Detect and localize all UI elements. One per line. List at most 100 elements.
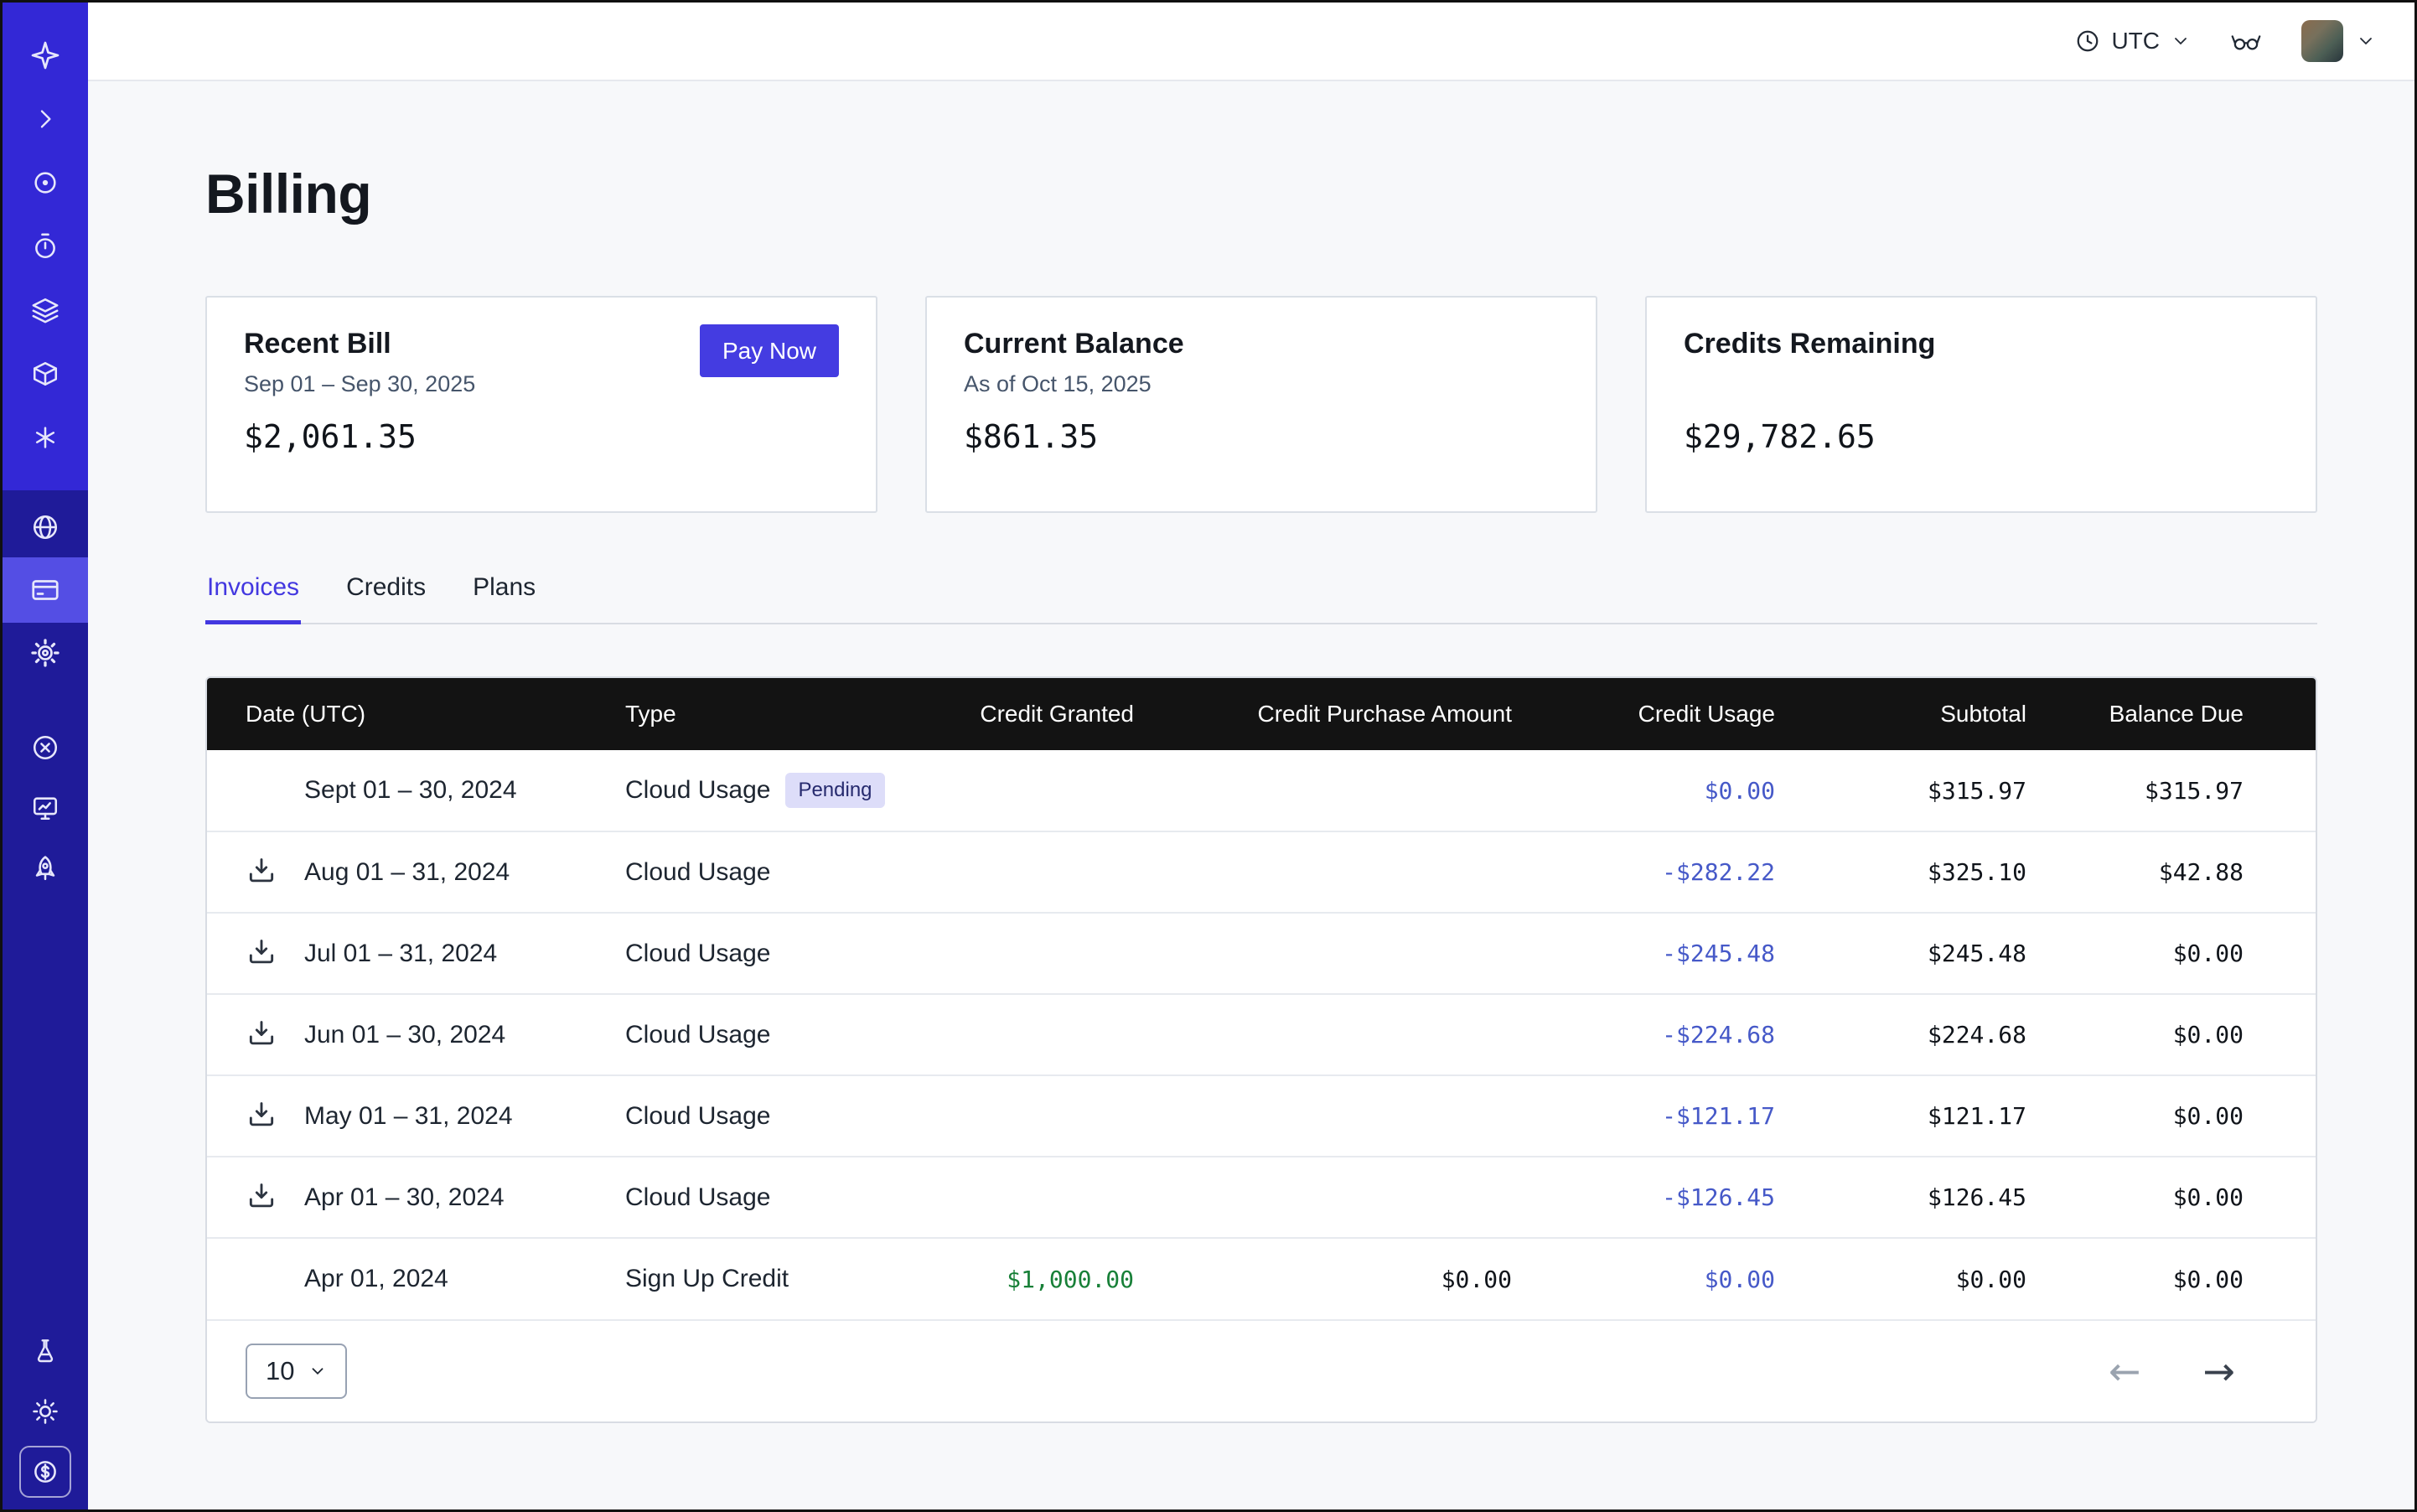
cube-icon bbox=[31, 360, 60, 388]
invoice-type: Cloud Usage bbox=[625, 1021, 770, 1049]
credit-granted-cell bbox=[977, 831, 1176, 913]
glasses-icon[interactable] bbox=[2229, 28, 2263, 54]
status-badge: Pending bbox=[785, 773, 884, 808]
invoice-type-cell: Cloud Usage bbox=[625, 831, 977, 913]
column-header-balance-due: Balance Due bbox=[2068, 678, 2317, 750]
invoice-row: Jul 01 – 31, 2024Cloud Usage-$245.48$245… bbox=[207, 913, 2317, 994]
sidebar-main-section bbox=[3, 490, 88, 683]
balance-due-cell: $0.00 bbox=[2068, 913, 2317, 994]
credits-remaining-spacer bbox=[1684, 371, 2279, 398]
credits-remaining-card: Credits Remaining $29,782.65 bbox=[1645, 296, 2317, 513]
sidebar-item-flask[interactable] bbox=[3, 1332, 88, 1370]
sidebar-item-rocket[interactable] bbox=[3, 838, 88, 898]
sidebar-top-section bbox=[3, 3, 88, 490]
sidebar-item-monitor[interactable] bbox=[3, 778, 88, 838]
subtotal-cell: $0.00 bbox=[1817, 1238, 2068, 1319]
sidebar-item-settings[interactable] bbox=[3, 623, 88, 683]
invoice-type-cell: Cloud Usage bbox=[625, 1075, 977, 1157]
page-title: Billing bbox=[205, 162, 2317, 225]
subtotal-cell: $121.17 bbox=[1817, 1075, 2068, 1157]
sidebar-item-globe[interactable] bbox=[3, 497, 88, 557]
invoice-row: Apr 01 – 30, 2024Cloud Usage-$126.45$126… bbox=[207, 1157, 2317, 1238]
credit-usage-cell: -$121.17 bbox=[1554, 1075, 1817, 1157]
table-header-row: Date (UTC)TypeCredit GrantedCredit Purch… bbox=[207, 678, 2317, 750]
prev-page-button[interactable]: ← bbox=[2109, 1349, 2141, 1394]
invoice-date: Apr 01 – 30, 2024 bbox=[304, 1183, 505, 1212]
invoice-date: May 01 – 31, 2024 bbox=[304, 1102, 513, 1131]
sidebar-item-sun[interactable] bbox=[3, 1392, 88, 1431]
tab-invoices[interactable]: Invoices bbox=[205, 573, 301, 624]
balance-due-cell: $0.00 bbox=[2068, 1075, 2317, 1157]
credit-usage-cell: -$282.22 bbox=[1554, 831, 1817, 913]
recent-bill-period: Sep 01 – Sep 30, 2025 bbox=[244, 371, 475, 398]
download-icon bbox=[246, 936, 277, 971]
invoice-row: Aug 01 – 31, 2024Cloud Usage -$282.22$325… bbox=[207, 831, 2317, 913]
invoice-row: Jun 01 – 30, 2024Cloud Usage -$224.68$224… bbox=[207, 994, 2317, 1075]
globe-icon bbox=[31, 513, 60, 541]
credit-purchase-amount-cell bbox=[1176, 750, 1554, 831]
sidebar-item-expand[interactable] bbox=[3, 100, 88, 138]
sidebar-item-cube[interactable] bbox=[3, 355, 88, 393]
invoice-date-cell: Jun 01 – 30, 2024 bbox=[207, 994, 625, 1075]
subtotal-cell: $325.10 bbox=[1817, 831, 2068, 913]
credit-usage-cell: -$224.68 bbox=[1554, 994, 1817, 1075]
column-header-credit-granted: Credit Granted bbox=[977, 678, 1176, 750]
app-window: UTC Billing Recent Bill Sep 01 – Sep 30,… bbox=[0, 0, 2417, 1512]
invoice-type-cell: Cloud UsagePending bbox=[625, 750, 977, 831]
credit-purchase-amount-cell bbox=[1176, 994, 1554, 1075]
invoice-date-cell: Aug 01 – 31, 2024 bbox=[207, 831, 625, 913]
table-body: Sept 01 – 30, 2024Cloud UsagePending$0.0… bbox=[207, 750, 2317, 1319]
timezone-selector[interactable]: UTC bbox=[2075, 28, 2191, 54]
chevron-down-icon bbox=[2356, 31, 2376, 51]
summary-cards: Recent Bill Sep 01 – Sep 30, 2025 Pay No… bbox=[205, 296, 2317, 513]
balance-due-cell: $0.00 bbox=[2068, 1238, 2317, 1319]
dollar-icon bbox=[19, 1446, 71, 1498]
recent-bill-card: Recent Bill Sep 01 – Sep 30, 2025 Pay No… bbox=[205, 296, 877, 513]
invoice-type-cell: Sign Up Credit bbox=[625, 1238, 977, 1319]
download-invoice-button[interactable] bbox=[246, 855, 304, 889]
page-size-select[interactable]: 10 bbox=[246, 1344, 347, 1399]
next-page-button[interactable]: → bbox=[2202, 1349, 2235, 1394]
download-invoice-button[interactable] bbox=[246, 1017, 304, 1052]
sidebar-item-target[interactable] bbox=[3, 163, 88, 202]
user-menu[interactable] bbox=[2301, 20, 2376, 62]
tab-credits[interactable]: Credits bbox=[344, 573, 427, 624]
sidebar-item-asterisk[interactable] bbox=[3, 418, 88, 457]
column-header-type: Type bbox=[625, 678, 977, 750]
gear-icon bbox=[30, 638, 60, 668]
credit-usage-cell: -$245.48 bbox=[1554, 913, 1817, 994]
sidebar-item-support[interactable] bbox=[3, 717, 88, 778]
timezone-label: UTC bbox=[2111, 28, 2160, 54]
invoice-date: Jul 01 – 31, 2024 bbox=[304, 940, 497, 968]
current-balance-title: Current Balance bbox=[964, 328, 1559, 360]
invoices-table: Date (UTC)TypeCredit GrantedCredit Purch… bbox=[207, 678, 2317, 1319]
invoice-date-cell: Apr 01 – 30, 2024 bbox=[207, 1157, 625, 1238]
column-header-credit-usage: Credit Usage bbox=[1554, 678, 1817, 750]
subtotal-cell: $224.68 bbox=[1817, 994, 2068, 1075]
invoice-row: Sept 01 – 30, 2024Cloud UsagePending$0.0… bbox=[207, 750, 2317, 831]
sidebar-item-timer[interactable] bbox=[3, 227, 88, 266]
invoice-type-cell: Cloud Usage bbox=[625, 913, 977, 994]
recent-bill-title: Recent Bill bbox=[244, 328, 475, 360]
download-invoice-button[interactable] bbox=[246, 936, 304, 971]
chevron-down-icon bbox=[2171, 31, 2191, 51]
current-balance-asof: As of Oct 15, 2025 bbox=[964, 371, 1559, 398]
credit-purchase-amount-cell bbox=[1176, 913, 1554, 994]
sidebar-item-layers[interactable] bbox=[3, 291, 88, 329]
credit-usage-cell: -$126.45 bbox=[1554, 1157, 1817, 1238]
credit-granted-cell bbox=[977, 750, 1176, 831]
credit-granted-cell bbox=[977, 913, 1176, 994]
tab-plans[interactable]: Plans bbox=[471, 573, 537, 624]
credit-granted-cell bbox=[977, 1157, 1176, 1238]
column-header-date-utc: Date (UTC) bbox=[207, 678, 625, 750]
sidebar-item-billing[interactable] bbox=[3, 557, 88, 623]
sidebar-item-dollar[interactable] bbox=[3, 1452, 88, 1491]
sidebar-item-logo[interactable] bbox=[3, 36, 88, 75]
download-invoice-button[interactable] bbox=[246, 1180, 304, 1214]
invoice-type-cell: Cloud Usage bbox=[625, 1157, 977, 1238]
avatar bbox=[2301, 20, 2343, 62]
credit-purchase-amount-cell bbox=[1176, 1075, 1554, 1157]
pay-now-button[interactable]: Pay Now bbox=[700, 324, 839, 377]
download-invoice-button[interactable] bbox=[246, 1099, 304, 1133]
rocket-icon bbox=[31, 854, 60, 883]
